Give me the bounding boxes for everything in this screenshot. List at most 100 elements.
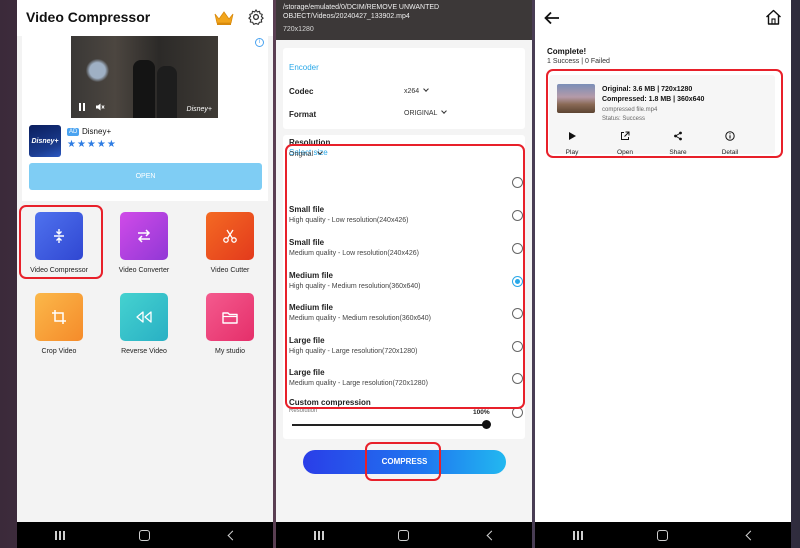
ad-brand-logo: Disney+ [29, 125, 61, 157]
compressed-info: Compressed: 1.8 MB | 360x640 [602, 96, 705, 103]
compress-icon [35, 212, 83, 260]
video-dimensions: 720x1280 [283, 26, 314, 33]
format-select[interactable]: ORIGINAL [404, 108, 448, 117]
home-button[interactable] [643, 522, 683, 548]
video-path-header: /storage/emulated/0/DCIM/REMOVE UNWANTED… [276, 0, 532, 40]
recent-apps-button[interactable] [299, 522, 339, 548]
share-icon [674, 131, 682, 141]
encoder-card: Encoder Codec x264 Format ORIGINAL [283, 48, 525, 129]
size-option-radio[interactable] [512, 210, 523, 221]
resolution-slider[interactable] [292, 424, 486, 426]
size-option[interactable]: Small file High quality - Low resolution… [289, 205, 519, 224]
ad-video-logo: Disney+ [186, 106, 212, 113]
crop-icon [35, 293, 83, 341]
rewind-icon [120, 293, 168, 341]
mute-icon[interactable] [95, 102, 105, 112]
home-button[interactable] [384, 522, 424, 548]
tool-video-cutter[interactable]: Video Cutter [195, 212, 265, 274]
open-button[interactable]: Open [605, 128, 645, 156]
size-option[interactable]: Large file Medium quality - Large resolu… [289, 368, 519, 387]
system-nav-bar [535, 522, 791, 548]
home-screen: Video Compressor i Disney+ Disney+ AD Di… [17, 0, 273, 548]
size-option-selected[interactable]: Medium file High quality - Medium resolu… [289, 271, 519, 290]
home-icon[interactable] [765, 9, 782, 25]
encoder-title: Encoder [289, 63, 319, 72]
size-option-radio[interactable] [512, 373, 523, 384]
custom-compression-label: Custom compression [289, 398, 371, 407]
complete-title: Complete! [547, 47, 587, 56]
resolution-label: Resolution [289, 138, 331, 147]
chevron-down-icon [423, 86, 430, 92]
size-option[interactable]: Small file Medium quality - Low resoluti… [289, 238, 519, 257]
resolution-select[interactable]: Resolution Original [289, 138, 519, 158]
tool-crop-video[interactable]: Crop Video [24, 293, 94, 355]
ad-name: Disney+ [82, 127, 112, 136]
ad-info-icon[interactable]: i [255, 38, 264, 47]
chevron-down-icon [441, 108, 448, 114]
home-button[interactable] [125, 522, 165, 548]
resolution-radio[interactable] [512, 177, 523, 188]
codec-select[interactable]: x264 [404, 86, 430, 95]
pause-icon[interactable] [79, 103, 85, 111]
folder-icon [206, 293, 254, 341]
format-label: Format [289, 110, 317, 119]
back-button[interactable] [469, 522, 509, 548]
result-screen: Complete! 1 Success | 0 Failed Original:… [535, 0, 791, 548]
share-button[interactable]: Share [658, 128, 698, 156]
tool-video-compressor[interactable]: Video Compressor [24, 212, 94, 274]
play-button[interactable]: Play [552, 128, 592, 156]
recent-apps-button[interactable] [40, 522, 80, 548]
tool-video-converter[interactable]: Video Converter [109, 212, 179, 274]
ad-rating-stars: ★★★★★ [67, 139, 117, 150]
compress-button[interactable]: COMPRESS [303, 450, 506, 474]
size-option[interactable]: Large file High quality - Large resoluti… [289, 336, 519, 355]
resolution-slider-thumb[interactable] [482, 420, 491, 429]
chevron-down-icon [317, 149, 323, 155]
custom-percent: 100% [473, 409, 490, 416]
ad-banner[interactable]: i Disney+ Disney+ AD Disney+ ★★★★★ OPEN [22, 36, 268, 201]
ad-video[interactable]: Disney+ [71, 36, 218, 118]
ad-open-button[interactable]: OPEN [29, 163, 262, 190]
codec-label: Codec [289, 87, 314, 96]
resolution-value: Original [289, 151, 314, 158]
recent-apps-button[interactable] [558, 522, 598, 548]
gear-icon[interactable] [247, 8, 265, 26]
settings-body: Encoder Codec x264 Format ORIGINAL Selec… [276, 40, 532, 522]
crown-icon[interactable] [214, 11, 234, 25]
open-external-icon [621, 131, 630, 140]
size-option[interactable]: Medium file Medium quality - Medium reso… [289, 303, 519, 322]
swap-arrows-icon [120, 212, 168, 260]
tool-label: Video Converter [118, 267, 170, 274]
app-header: Video Compressor [17, 0, 273, 36]
file-name: compressed file.mp4 [602, 107, 658, 113]
size-option-radio[interactable] [512, 308, 523, 319]
tool-label: Crop Video [41, 348, 77, 355]
size-option-radio-selected[interactable] [512, 276, 523, 287]
system-nav-bar [17, 522, 273, 548]
video-thumbnail[interactable] [557, 84, 595, 113]
result-card: Original: 3.6 MB | 720x1280 Compressed: … [549, 75, 775, 156]
back-button[interactable] [210, 522, 250, 548]
status-text: Status: Success [602, 116, 646, 122]
tool-label: My studio [215, 348, 245, 355]
system-nav-bar [276, 522, 532, 548]
size-option-radio[interactable] [512, 341, 523, 352]
back-arrow-icon[interactable] [544, 11, 560, 25]
tool-my-studio[interactable]: My studio [195, 293, 265, 355]
scissors-icon [206, 212, 254, 260]
size-option-radio[interactable] [512, 243, 523, 254]
detail-button[interactable]: Detail [710, 128, 750, 156]
info-icon [725, 131, 735, 141]
custom-compression-radio[interactable] [512, 407, 523, 418]
tool-label: Reverse Video [121, 348, 167, 355]
tool-reverse-video[interactable]: Reverse Video [109, 293, 179, 355]
video-path: /storage/emulated/0/DCIM/REMOVE UNWANTED… [283, 4, 440, 20]
play-icon [569, 132, 576, 140]
back-button[interactable] [728, 522, 768, 548]
original-info: Original: 3.6 MB | 720x1280 [602, 86, 693, 93]
ad-badge: AD [67, 128, 80, 136]
compress-settings-screen: /storage/emulated/0/DCIM/REMOVE UNWANTED… [276, 0, 532, 548]
tool-label: Video Compressor [30, 267, 88, 274]
tool-label: Video Cutter [210, 267, 250, 274]
app-title: Video Compressor [26, 9, 151, 25]
